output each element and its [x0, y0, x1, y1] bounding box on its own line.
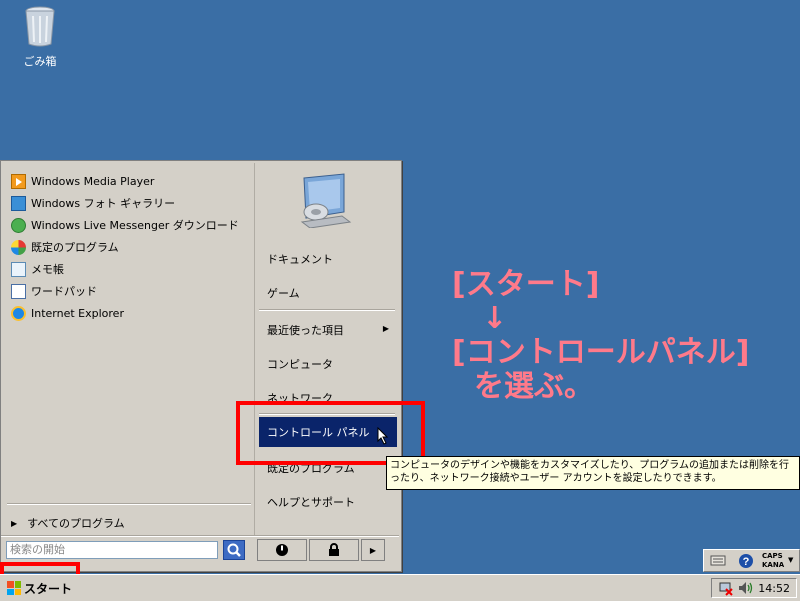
- menu-bottom-separator: [1, 535, 399, 537]
- menu-item-computer[interactable]: コンピュータ: [267, 356, 333, 372]
- menu-separator: [7, 503, 251, 505]
- menu-item-games[interactable]: ゲーム: [267, 285, 300, 301]
- menu-item-help-support[interactable]: ヘルプとサポート: [267, 494, 355, 510]
- annotation-line3: を選ぶ。: [474, 369, 594, 404]
- triangle-right-icon: ▶: [382, 324, 389, 333]
- power-button[interactable]: [257, 539, 307, 561]
- annotation-line1: [スタート]: [452, 267, 600, 302]
- power-icon: [276, 544, 288, 556]
- menu-item-notepad[interactable]: メモ帳: [11, 259, 64, 279]
- messenger-icon: [11, 217, 26, 233]
- search-icon: [227, 543, 241, 557]
- photo-gallery-icon: [11, 195, 26, 211]
- start-button[interactable]: スタート: [3, 578, 76, 598]
- system-tray: 14:52: [711, 578, 797, 598]
- start-menu-programs-pane: Windows Media Player Windows フォト ギャラリー W…: [3, 163, 253, 535]
- search-input[interactable]: 検索の開始: [6, 541, 218, 559]
- recycle-bin[interactable]: ごみ箱: [14, 4, 66, 69]
- menu-separator: [259, 309, 395, 311]
- menu-item-recent-items[interactable]: 最近使った項目 ▶: [267, 322, 389, 338]
- annotation-arrow: ↓: [482, 301, 508, 336]
- annotation-line2: [コントロールパネル]: [452, 335, 750, 370]
- keyboard-icon[interactable]: [710, 553, 726, 567]
- language-bar: ? CAPS KANA ▼: [703, 549, 800, 572]
- network-disconnected-icon[interactable]: [718, 580, 734, 596]
- all-programs-item[interactable]: ▶ すべてのプログラム: [11, 515, 125, 531]
- taskbar: スタート 14:52: [0, 574, 800, 601]
- menu-item-wordpad[interactable]: ワードパッド: [11, 281, 97, 301]
- triangle-right-icon: ▶: [11, 518, 18, 528]
- clock[interactable]: 14:52: [758, 582, 790, 595]
- menu-item-internet-explorer[interactable]: Internet Explorer: [11, 303, 124, 323]
- menu-item-media-player[interactable]: Windows Media Player: [11, 171, 154, 191]
- help-icon[interactable]: ?: [738, 553, 754, 569]
- internet-explorer-icon: [11, 305, 26, 321]
- ime-status[interactable]: CAPS KANA: [762, 552, 784, 570]
- menu-item-photo-gallery[interactable]: Windows フォト ギャラリー: [11, 193, 175, 213]
- shutdown-options-button[interactable]: ▶: [361, 539, 385, 561]
- user-picture-icon: [300, 173, 352, 228]
- recycle-bin-label: ごみ箱: [23, 55, 57, 68]
- control-panel-tooltip: コンピュータのデザインや機能をカスタマイズしたり、プログラムの追加または削除を行…: [386, 456, 800, 490]
- search-button[interactable]: [223, 540, 245, 560]
- instruction-annotation: [スタート] ↓ [コントロールパネル] を選ぶ。: [452, 268, 749, 404]
- volume-icon[interactable]: [737, 580, 753, 596]
- chevron-down-icon[interactable]: ▼: [788, 556, 793, 564]
- media-player-icon: [11, 173, 26, 189]
- default-programs-icon: [11, 239, 26, 255]
- svg-text:?: ?: [743, 556, 750, 568]
- recycle-bin-icon: [25, 6, 55, 47]
- lock-button[interactable]: [309, 539, 359, 561]
- windows-logo-icon: [7, 581, 21, 595]
- lock-icon: [329, 543, 339, 556]
- notepad-icon: [11, 261, 26, 277]
- wordpad-icon: [11, 283, 26, 299]
- triangle-right-icon: ▶: [369, 545, 377, 555]
- menu-item-default-programs[interactable]: 既定のプログラム: [11, 237, 119, 257]
- menu-item-messenger[interactable]: Windows Live Messenger ダウンロード: [11, 215, 239, 235]
- menu-item-documents[interactable]: ドキュメント: [267, 251, 333, 267]
